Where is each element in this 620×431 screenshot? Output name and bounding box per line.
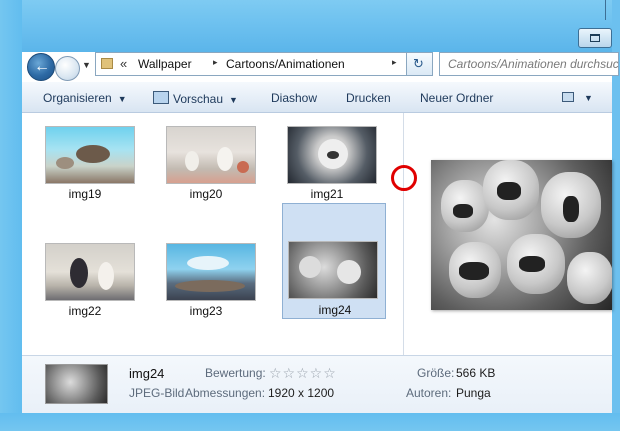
file-name: img24	[318, 303, 352, 317]
history-dropdown-icon[interactable]: ▼	[82, 60, 91, 70]
file-name: img23	[189, 304, 223, 318]
organize-button[interactable]: Organisieren ▼	[43, 91, 127, 105]
file-name: img20	[189, 187, 223, 201]
window-edge-line	[605, 0, 606, 20]
breadcrumb-separator-icon[interactable]: ▸	[213, 57, 218, 68]
address-bar[interactable]: « Wallpaper ▸ Cartoons/Animationen ▸ ▼	[95, 52, 433, 76]
chevron-down-icon: ▼	[117, 94, 127, 104]
preview-image	[431, 160, 612, 310]
file-name: img19	[68, 187, 102, 201]
file-tile-img19[interactable]: img19	[33, 118, 137, 230]
details-file-type: JPEG-Bild	[129, 386, 185, 400]
preview-button[interactable]: Vorschau ▼	[153, 91, 238, 106]
breadcrumb-wallpaper[interactable]: Wallpaper	[138, 57, 192, 71]
breadcrumb-separator-icon[interactable]: ▸	[392, 57, 397, 68]
details-thumbnail	[45, 364, 108, 404]
window-frame-top	[0, 0, 620, 52]
rating-label: Bewertung:	[205, 366, 266, 380]
thumbnail-img23	[166, 243, 256, 301]
preview-icon	[153, 91, 169, 104]
authors-value: Punga	[456, 386, 491, 400]
chevron-down-icon: ▼	[229, 95, 238, 105]
maximize-icon	[590, 34, 600, 42]
folder-icon	[101, 58, 113, 69]
command-bar: Organisieren ▼ Vorschau ▼ Diashow Drucken …	[22, 82, 612, 113]
thumbnail-img21	[287, 126, 377, 184]
back-button[interactable]: ←	[27, 53, 55, 81]
details-pane: img24 JPEG-Bild Bewertung: ☆☆☆☆☆ Abmessu…	[22, 355, 612, 413]
window-frame-bottom	[0, 413, 620, 431]
search-placeholder: Cartoons/Animationen durchsuchen	[448, 57, 619, 71]
print-button[interactable]: Drucken	[346, 91, 391, 105]
file-tile-img22[interactable]: img22	[33, 235, 137, 347]
thumbnail-img24	[288, 241, 378, 299]
window-frame-left	[0, 0, 22, 431]
size-label: Größe:	[417, 366, 455, 380]
slideshow-button[interactable]: Diashow	[271, 91, 317, 105]
organize-label: Organisieren	[43, 91, 112, 105]
thumbnail-img20	[166, 126, 256, 184]
new-folder-button[interactable]: Neuer Ordner	[420, 91, 493, 105]
file-tile-img23[interactable]: img23	[154, 235, 258, 347]
preview-label: Vorschau	[173, 92, 224, 106]
back-arrow-icon: ←	[34, 58, 50, 75]
thumbnail-img19	[45, 126, 135, 184]
details-file-name: img24	[129, 366, 165, 381]
highlight-circle-marker	[391, 165, 417, 191]
dimensions-label: Abmessungen:	[185, 386, 266, 400]
file-name: img22	[68, 304, 102, 318]
size-value: 566 KB	[456, 366, 496, 380]
refresh-button[interactable]: ↻	[406, 52, 433, 76]
thumbnail-img22	[45, 243, 135, 301]
file-name: img21	[310, 187, 344, 201]
file-tile-img24[interactable]: img24	[282, 203, 386, 319]
breadcrumb-cartoons[interactable]: Cartoons/Animationen	[226, 57, 345, 71]
change-view-icon[interactable]	[562, 92, 574, 102]
file-tile-img20[interactable]: img20	[154, 118, 258, 230]
view-dropdown-icon[interactable]: ▼	[584, 93, 593, 103]
dimensions-value: 1920 x 1200	[268, 386, 335, 400]
preview-pane-divider[interactable]	[403, 113, 404, 355]
address-overflow-chevron[interactable]: «	[120, 56, 127, 71]
maximize-button[interactable]	[578, 28, 612, 48]
forward-button[interactable]	[55, 56, 80, 81]
rating-stars-icon[interactable]: ☆☆☆☆☆	[269, 365, 337, 382]
refresh-icon: ↻	[413, 56, 424, 71]
search-input[interactable]: Cartoons/Animationen durchsuchen	[439, 52, 619, 76]
authors-label: Autoren:	[406, 386, 452, 400]
